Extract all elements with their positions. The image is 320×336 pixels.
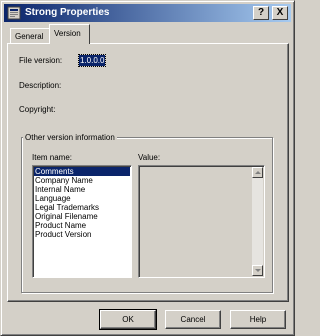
cancel-button[interactable]: Cancel — [165, 310, 221, 329]
tab-general-label: General — [15, 32, 44, 41]
arrow-up-icon — [255, 171, 261, 174]
list-item-product-version[interactable]: Product Version — [34, 230, 130, 239]
tab-version-label: Version — [54, 29, 81, 38]
close-icon: X — [276, 7, 284, 18]
properties-dialog: Strong Properties ? X General Version Fi… — [0, 0, 295, 336]
tab-general[interactable]: General — [10, 28, 50, 43]
list-item-language[interactable]: Language — [34, 194, 130, 203]
tab-version[interactable]: Version — [49, 24, 90, 44]
close-button[interactable]: X — [272, 6, 288, 20]
group-title: Other version information — [23, 133, 117, 143]
file-version-value[interactable]: 1.0.0.0 — [77, 54, 107, 67]
list-item-company-name[interactable]: Company Name — [34, 176, 130, 185]
value-box[interactable] — [138, 165, 265, 278]
item-name-list[interactable]: Comments Company Name Internal Name Lang… — [32, 165, 132, 278]
title-bar[interactable]: Strong Properties ? X — [4, 4, 291, 22]
value-scrollbar[interactable] — [252, 167, 263, 276]
file-version-label: File version: — [19, 56, 63, 65]
help-question-icon: ? — [257, 7, 265, 18]
item-name-label: Item name: — [32, 153, 73, 162]
app-properties-icon — [7, 6, 21, 20]
list-item-legal-trademarks[interactable]: Legal Trademarks — [34, 203, 130, 212]
list-item-original-filename[interactable]: Original Filename — [34, 212, 130, 221]
arrow-down-icon — [255, 269, 261, 272]
list-item-product-name[interactable]: Product Name — [34, 221, 130, 230]
help-title-button[interactable]: ? — [253, 6, 269, 20]
help-button[interactable]: Help — [230, 310, 286, 329]
ok-button[interactable]: OK — [99, 309, 157, 330]
list-item-internal-name[interactable]: Internal Name — [34, 185, 130, 194]
value-label: Value: — [138, 153, 161, 162]
copyright-label: Copyright: — [19, 105, 56, 114]
scroll-up-button[interactable] — [252, 167, 263, 178]
scroll-down-button[interactable] — [252, 265, 263, 276]
window-title: Strong Properties — [25, 7, 110, 18]
description-label: Description: — [19, 81, 62, 90]
list-item-comments[interactable]: Comments — [34, 167, 130, 176]
